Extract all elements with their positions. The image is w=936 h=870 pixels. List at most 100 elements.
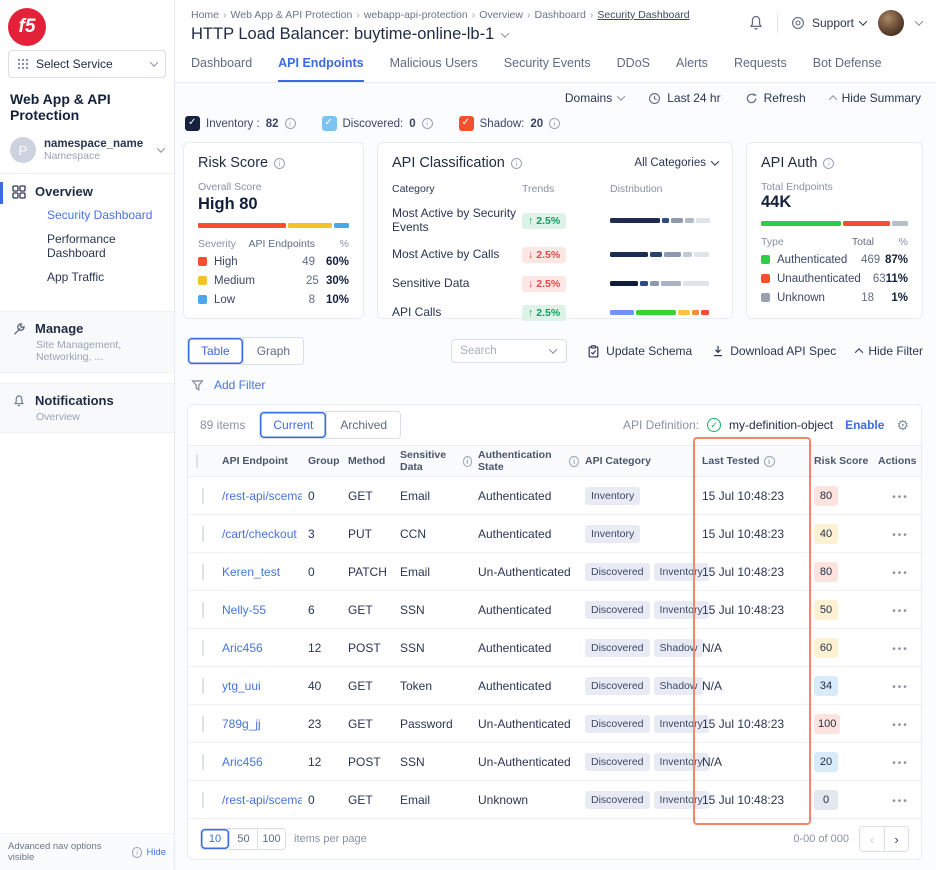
api-definition-value[interactable]: my-definition-object <box>729 418 833 432</box>
enable-button[interactable]: Enable <box>845 418 884 432</box>
title-chevron-down-icon[interactable] <box>501 29 509 37</box>
more-actions-button[interactable] <box>892 679 909 693</box>
update-schema-button[interactable]: Update Schema <box>587 344 692 358</box>
filter-checkbox[interactable] <box>459 116 474 131</box>
add-filter-button[interactable]: Add Filter <box>214 378 265 392</box>
user-avatar[interactable] <box>878 10 904 36</box>
download-api-spec-button[interactable]: Download API Spec <box>712 344 836 358</box>
info-icon[interactable] <box>132 847 143 858</box>
hide-summary-button[interactable]: Hide Summary <box>830 91 921 105</box>
filter-checkbox[interactable] <box>322 116 337 131</box>
more-actions-button[interactable] <box>892 489 909 503</box>
sidebar-subitem[interactable]: App Traffic <box>47 265 162 289</box>
select-all-checkbox[interactable] <box>196 454 198 468</box>
api-endpoint-link[interactable]: /rest-api/scema <box>216 793 302 807</box>
tab[interactable]: Malicious Users <box>390 56 478 82</box>
api-endpoint-link[interactable]: Aric456 <box>216 755 302 769</box>
view-toggle-button[interactable]: Graph <box>243 338 303 364</box>
row-checkbox[interactable] <box>202 678 204 694</box>
breadcrumb-item[interactable]: webapp-api-protection <box>364 9 475 21</box>
hide-nav-link[interactable]: Hide <box>146 847 166 858</box>
sidebar-subitem[interactable]: Security Dashboard <box>47 203 162 227</box>
tab[interactable]: Bot Defense <box>813 56 882 82</box>
all-categories-dropdown[interactable]: All Categories <box>634 157 718 169</box>
state-tab[interactable]: Archived <box>326 412 400 438</box>
info-icon[interactable] <box>823 158 834 169</box>
select-service-dropdown[interactable]: Select Service <box>8 50 166 78</box>
tab[interactable]: Dashboard <box>191 56 252 82</box>
info-icon[interactable] <box>764 456 775 467</box>
filter-checkbox[interactable] <box>185 116 200 131</box>
info-icon[interactable] <box>463 456 472 467</box>
page-size-button[interactable]: 50 <box>229 829 257 849</box>
gear-icon[interactable]: ⚙ <box>896 417 909 434</box>
api-endpoint-link[interactable]: ytg_uui <box>216 679 302 693</box>
row-checkbox[interactable] <box>202 488 204 504</box>
last-tested-cell: N/A <box>696 755 808 769</box>
api-endpoint-link[interactable]: Aric456 <box>216 641 302 655</box>
severity-color-swatch <box>198 257 207 266</box>
tab[interactable]: Requests <box>734 56 787 82</box>
more-actions-button[interactable] <box>892 565 909 579</box>
trend-arrow-icon <box>528 249 533 261</box>
api-endpoint-link[interactable]: Nelly-55 <box>216 603 302 617</box>
prev-page-button[interactable]: ‹ <box>860 827 884 851</box>
search-input[interactable] <box>460 345 544 357</box>
row-checkbox[interactable] <box>202 754 204 770</box>
row-checkbox[interactable] <box>202 564 204 580</box>
api-definition-label: API Definition: <box>623 418 699 432</box>
row-checkbox[interactable] <box>202 716 204 732</box>
sidebar-item-notifications[interactable]: Notifications Overview <box>0 383 174 433</box>
sidebar-item-manage[interactable]: Manage Site Management, Networking, ... <box>0 311 174 373</box>
tab[interactable]: DDoS <box>617 56 650 82</box>
info-icon[interactable] <box>274 158 285 169</box>
tab[interactable]: Security Events <box>504 56 591 82</box>
endpoint-filter: Discovered: 0 <box>322 116 433 131</box>
info-icon[interactable] <box>511 158 522 169</box>
breadcrumb-item[interactable]: Home <box>191 9 227 21</box>
info-icon[interactable] <box>549 118 560 129</box>
row-checkbox[interactable] <box>202 640 204 656</box>
more-actions-button[interactable] <box>892 717 909 731</box>
notifications-bell-icon[interactable] <box>747 14 765 32</box>
api-endpoint-link[interactable]: /cart/checkout <box>216 527 302 541</box>
page-size-button[interactable]: 100 <box>257 829 285 849</box>
row-checkbox[interactable] <box>202 602 204 618</box>
time-range-selector[interactable]: Last 24 hr <box>648 91 720 105</box>
auth-state-cell: Un-Authenticated <box>472 565 579 579</box>
next-page-button[interactable]: › <box>884 827 908 851</box>
state-tab[interactable]: Current <box>260 412 326 438</box>
more-actions-button[interactable] <box>892 793 909 807</box>
namespace-selector[interactable]: P namespace_name Namespace <box>0 131 174 174</box>
auth-pct: 1% <box>874 292 908 304</box>
api-endpoint-link[interactable]: /rest-api/scema <box>216 489 302 503</box>
breadcrumb-item[interactable]: Overview <box>479 9 530 21</box>
info-icon[interactable] <box>569 456 579 467</box>
info-icon[interactable] <box>285 118 296 129</box>
more-actions-button[interactable] <box>892 755 909 769</box>
chevron-down-icon[interactable] <box>915 17 923 25</box>
tab[interactable]: API Endpoints <box>278 56 363 82</box>
domains-dropdown[interactable]: Domains <box>565 91 624 105</box>
api-endpoint-link[interactable]: Keren_test <box>216 565 302 579</box>
breadcrumb-item[interactable]: Dashboard <box>534 9 593 21</box>
search-combobox[interactable] <box>451 339 567 363</box>
api-endpoint-link[interactable]: 789g_jj <box>216 717 302 731</box>
refresh-button[interactable]: Refresh <box>745 91 806 105</box>
sidebar-item-overview[interactable]: Overview <box>12 184 162 199</box>
view-toggle-button[interactable]: Table <box>188 338 243 364</box>
breadcrumb-item[interactable]: Security Dashboard <box>597 9 689 21</box>
support-menu[interactable]: Support <box>790 15 866 31</box>
info-icon[interactable] <box>422 118 433 129</box>
breadcrumb-item[interactable]: Web App & API Protection <box>231 9 360 21</box>
row-checkbox[interactable] <box>202 526 204 542</box>
more-actions-button[interactable] <box>892 527 909 541</box>
page-size-button[interactable]: 10 <box>201 829 229 849</box>
more-actions-button[interactable] <box>892 603 909 617</box>
hide-filter-button[interactable]: Hide Filter <box>856 344 923 358</box>
sidebar-subitem[interactable]: Performance Dashboard <box>47 227 162 265</box>
tab[interactable]: Alerts <box>676 56 708 82</box>
row-checkbox[interactable] <box>202 792 204 808</box>
more-actions-button[interactable] <box>892 641 909 655</box>
classification-rows: Most Active by Security Events 2.5% <box>392 206 718 321</box>
